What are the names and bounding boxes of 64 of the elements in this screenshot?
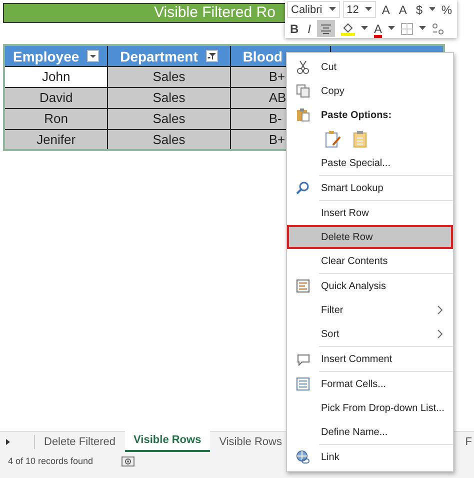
menu-item[interactable]: Quick Analysis	[287, 274, 453, 298]
table-cell: John	[4, 66, 108, 87]
paste-values-button[interactable]	[351, 130, 369, 148]
table-cell: David	[4, 87, 108, 108]
paint-bucket-icon	[341, 22, 356, 36]
align-center-icon	[320, 24, 332, 34]
table-cell: Ron	[4, 108, 108, 129]
paste-button[interactable]	[323, 130, 343, 148]
sheet-tab[interactable]: F	[456, 432, 474, 452]
menu-item[interactable]: Pick From Drop-down List...	[287, 396, 453, 420]
menu-item[interactable]: Paste Special...	[287, 151, 453, 175]
grow-font-button[interactable]: A	[378, 1, 393, 18]
sheet-tab[interactable]: Delete Filtered	[35, 432, 125, 452]
align-center-button[interactable]	[317, 20, 336, 37]
table-cell: Sales	[108, 108, 230, 129]
sheet-tab[interactable]: Visible Rows	[124, 430, 210, 452]
shrink-font-button[interactable]: A	[396, 1, 410, 18]
decimal-icon	[432, 22, 444, 34]
chevron-right-icon	[437, 305, 443, 315]
menu-item[interactable]: Delete Row	[287, 225, 453, 249]
table-cell: Sales	[108, 66, 230, 87]
dropdown-icon	[87, 50, 100, 62]
menu-item[interactable]: Sort	[287, 322, 453, 346]
format-list-icon	[296, 377, 310, 391]
status-text: 4 of 10 records found	[8, 456, 94, 466]
table-cell: Sales	[108, 129, 230, 150]
search-icon	[296, 181, 310, 195]
menu-item[interactable]: Format Cells...	[287, 372, 453, 396]
globe-link-icon	[296, 450, 310, 464]
borders-icon	[401, 22, 414, 34]
clipboard-icon	[296, 108, 310, 122]
clipboard-pencil-icon	[325, 130, 341, 148]
menu-item[interactable]: Link	[287, 445, 453, 469]
menu-item[interactable]: Insert Comment	[287, 347, 453, 371]
menu-item[interactable]: Smart Lookup	[287, 176, 453, 200]
menu-item[interactable]: Filter	[287, 298, 453, 322]
menu-item[interactable]: Insert Row	[287, 201, 453, 225]
menu-item[interactable]: Clear Contents	[287, 249, 453, 273]
clipboard-icon	[353, 130, 367, 148]
caret-icon	[364, 7, 372, 12]
menu-item[interactable]: Define Name...	[287, 420, 453, 444]
scissors-icon	[296, 60, 310, 74]
font-field[interactable]: Calibri	[287, 1, 340, 18]
header-cell: Department	[108, 45, 230, 66]
table-cell: Jenifer	[4, 129, 108, 150]
camera-icon	[121, 455, 136, 467]
table-cell: Sales	[108, 87, 230, 108]
font-size-field[interactable]: 12	[342, 1, 376, 18]
chart-icon	[296, 279, 310, 293]
copy-icon	[296, 84, 310, 98]
comment-icon	[296, 352, 310, 366]
chevron-right-icon	[437, 329, 443, 339]
currency-button[interactable]: $	[412, 1, 426, 18]
italic-button[interactable]: I	[304, 20, 314, 37]
caret-icon	[388, 26, 396, 31]
font-color-button[interactable]: A	[371, 20, 386, 37]
caret-icon	[328, 7, 336, 12]
caret-icon	[419, 26, 426, 31]
caret-icon	[428, 7, 436, 12]
scroll-right-icon	[4, 438, 12, 446]
header-cell: Employee	[4, 45, 108, 66]
filter-icon	[206, 50, 218, 62]
bold-button[interactable]: B	[287, 20, 302, 37]
caret-icon	[361, 26, 368, 31]
